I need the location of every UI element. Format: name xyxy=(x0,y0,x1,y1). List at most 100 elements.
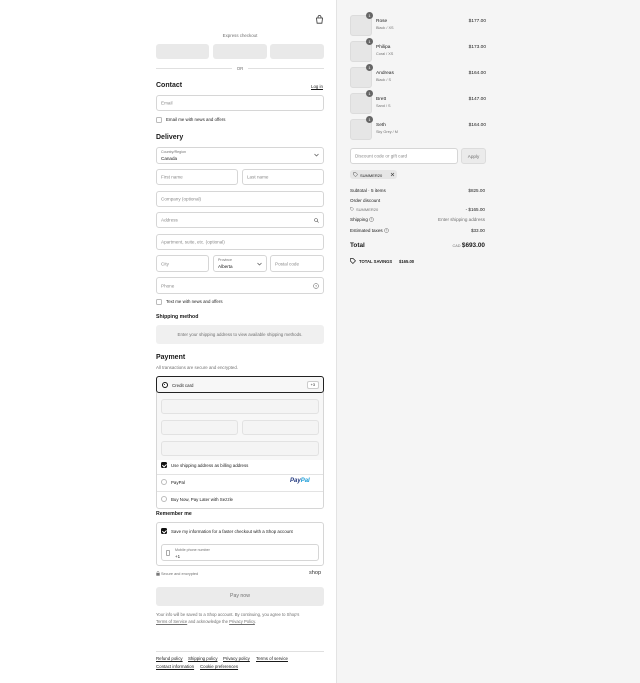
divider xyxy=(157,491,323,492)
shipping-method-box: Enter your shipping address to view avai… xyxy=(156,325,324,344)
discount-tag: SUMMER20 xyxy=(350,170,397,179)
product-variant: Coral / XS xyxy=(376,52,394,56)
order-discount-label: Order discount xyxy=(350,198,381,203)
sezzle-label: Buy Now, Pay Later with Sezzle xyxy=(171,497,233,502)
order-discount-value: - $165.00 xyxy=(465,207,485,212)
privacy-policy-link[interactable]: Privacy policy xyxy=(223,656,250,661)
paypal-radio[interactable] xyxy=(161,479,167,485)
product-name: Andreas xyxy=(376,71,394,76)
delivery-heading: Delivery xyxy=(156,134,184,141)
address-placeholder: Address xyxy=(161,217,178,223)
disclaimer-text: Your info will be saved to a Shop accoun… xyxy=(156,612,300,617)
product-name: Seth xyxy=(376,123,386,128)
checkout-form-column: Express checkout OR Contact Log in Email… xyxy=(0,0,336,683)
refund-policy-link[interactable]: Refund policy xyxy=(156,656,183,661)
country-value: Canada xyxy=(161,156,178,161)
email-news-checkbox[interactable] xyxy=(156,117,162,123)
apartment-field[interactable]: Apartment, suite, etc. (optional) xyxy=(156,234,324,250)
contact-heading: Contact xyxy=(156,82,183,89)
save-info-label: Save my information for a faster checkou… xyxy=(171,529,293,534)
last-name-placeholder: Last name xyxy=(247,174,269,180)
text-news-label: Text me with news and offers xyxy=(166,299,223,304)
product-name: Brett xyxy=(376,97,387,102)
taxes-label: Estimated taxes xyxy=(350,228,383,233)
last-name-field[interactable]: Last name xyxy=(242,169,324,185)
apartment-placeholder: Apartment, suite, etc. (optional) xyxy=(161,239,225,245)
mobile-phone-icon xyxy=(166,550,170,558)
product-price: $173.00 xyxy=(468,45,486,50)
express-button-2[interactable] xyxy=(213,44,267,59)
shipping-method-message: Enter your shipping address to view avai… xyxy=(177,332,303,337)
credit-card-option[interactable]: Credit card +3 xyxy=(156,376,324,393)
email-field[interactable]: Email xyxy=(156,95,324,111)
sezzle-radio[interactable] xyxy=(161,496,167,502)
postal-code-field[interactable]: Postal code xyxy=(270,255,324,272)
shop-disclaimer: Your info will be saved to a Shop accoun… xyxy=(156,611,326,625)
help-icon[interactable]: ? xyxy=(313,283,319,291)
quantity-badge: 1 xyxy=(366,64,373,71)
billing-same-checkbox[interactable] xyxy=(161,462,167,468)
shipping-policy-link[interactable]: Shipping policy xyxy=(188,656,218,661)
more-cards-badge: +3 xyxy=(306,381,319,389)
svg-text:?: ? xyxy=(315,284,317,288)
total-label: Total xyxy=(350,242,365,249)
express-button-3[interactable] xyxy=(270,44,324,59)
apply-button[interactable]: Apply xyxy=(461,148,486,164)
credit-card-radio[interactable] xyxy=(162,382,168,388)
product-price: $164.00 xyxy=(468,123,486,128)
savings-tag-icon xyxy=(350,258,356,266)
shipping-label: Shipping xyxy=(350,217,368,222)
terms-of-service-link[interactable]: Terms of service xyxy=(256,656,288,661)
province-label: Province xyxy=(218,258,232,262)
express-button-1[interactable] xyxy=(156,44,209,59)
text-news-checkbox[interactable] xyxy=(156,299,162,305)
taxes-value: $33.00 xyxy=(470,228,485,233)
card-cvc-field[interactable] xyxy=(242,420,319,435)
quantity-badge: 1 xyxy=(366,12,373,19)
cart-item: 1 Seth Sky Grey / M $164.00 xyxy=(350,116,486,142)
province-select[interactable]: Province Alberta xyxy=(213,255,267,272)
address-field[interactable]: Address xyxy=(156,212,324,228)
discount-code-field[interactable]: Discount code or gift card xyxy=(350,148,458,164)
email-news-label: Email me with news and offers xyxy=(166,117,226,122)
help-icon[interactable]: ? xyxy=(384,228,389,235)
first-name-placeholder: First name xyxy=(161,174,183,180)
subtotal-value: $825.00 xyxy=(468,188,485,193)
pay-now-button[interactable]: Pay now xyxy=(156,587,324,606)
chevron-down-icon xyxy=(257,262,262,268)
card-number-field[interactable] xyxy=(161,399,319,414)
login-link[interactable]: Log in xyxy=(311,84,323,89)
express-checkout-title: Express checkout xyxy=(222,33,258,38)
city-field[interactable]: City xyxy=(156,255,209,272)
paypal-label: PayPal xyxy=(171,480,185,485)
card-expiry-field[interactable] xyxy=(161,420,238,435)
card-name-field[interactable] xyxy=(161,441,319,456)
quantity-badge: 1 xyxy=(366,38,373,45)
close-icon[interactable] xyxy=(390,172,395,179)
product-variant: Sky Grey / M xyxy=(376,130,398,134)
mobile-phone-field[interactable]: Mobile phone number +1 xyxy=(161,544,319,561)
first-name-field[interactable]: First name xyxy=(156,169,238,185)
divider xyxy=(157,474,323,475)
total-savings-label: TOTAL SAVINGS xyxy=(359,259,393,264)
total-amount: CAD $693.00 xyxy=(452,242,485,249)
terms-link[interactable]: Terms of Service xyxy=(156,619,187,624)
lock-icon xyxy=(156,571,160,578)
shipping-value: Enter shipping address xyxy=(438,217,485,222)
pay-now-label: Pay now xyxy=(230,593,250,599)
cart-item: 1 Andreas Black / S $164.00 xyxy=(350,64,486,90)
country-select[interactable]: Country/Region Canada xyxy=(156,147,324,164)
contact-information-link[interactable]: Contact information xyxy=(156,664,194,669)
product-price: $164.00 xyxy=(468,71,486,76)
company-field[interactable]: Company (optional) xyxy=(156,191,324,207)
secure-encrypted-label: Secure and encrypted xyxy=(161,572,199,576)
privacy-link[interactable]: Privacy Policy xyxy=(229,619,255,624)
help-icon[interactable]: ? xyxy=(369,217,374,224)
shopping-bag-icon[interactable] xyxy=(315,15,324,24)
cookie-preferences-link[interactable]: Cookie preferences xyxy=(200,664,238,669)
save-info-checkbox[interactable] xyxy=(161,528,167,534)
payment-subtitle: All transactions are secure and encrypte… xyxy=(156,365,239,370)
apply-label: Apply xyxy=(467,154,480,159)
mobile-phone-label: Mobile phone number xyxy=(175,548,210,552)
phone-field[interactable]: Phone ? xyxy=(156,277,324,294)
